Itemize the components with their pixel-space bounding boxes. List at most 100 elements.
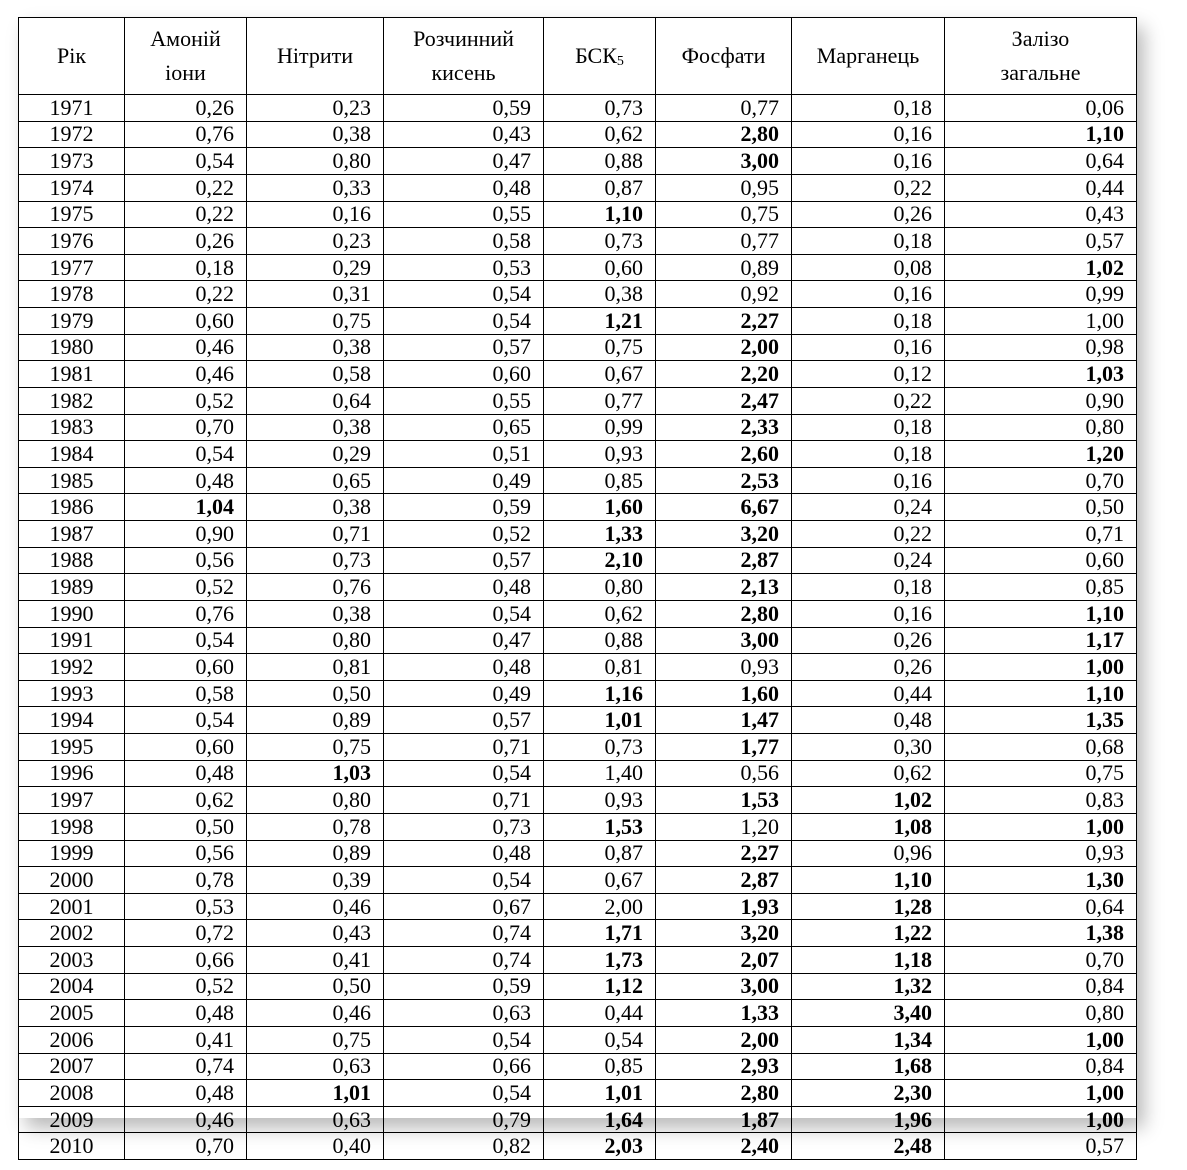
table-row: 1986 1,04 0,38 0,59 1,60 6,67 0,24 0,50	[18, 493, 1137, 521]
value-cell: 0,54	[383, 866, 544, 894]
table-row: 1995 0,60 0,75 0,71 0,73 1,77 0,30 0,68	[18, 733, 1137, 761]
value-cell: 2,10	[543, 546, 656, 575]
value-cell: 1,10	[543, 200, 656, 229]
value-cell: 1,00	[944, 653, 1137, 681]
value-cell: 2,53	[655, 466, 792, 495]
value-cell: 1,01	[246, 1079, 384, 1107]
value-cell: 0,53	[124, 892, 247, 921]
value-cell: 0,60	[124, 307, 247, 335]
value-cell: 0,78	[246, 812, 384, 841]
table-row: 1991 0,54 0,80 0,47 0,88 3,00 0,26 1,17	[18, 626, 1137, 655]
value-cell: 0,48	[124, 466, 247, 495]
table-row: 2003 0,66 0,41 0,74 1,73 2,07 1,18 0,70	[18, 946, 1137, 974]
value-cell: 3,40	[791, 999, 945, 1027]
table-row: 1974 0,22 0,33 0,48 0,87 0,95 0,22 0,44	[18, 173, 1137, 202]
year-cell: 2002	[18, 919, 125, 947]
value-cell: 0,50	[246, 972, 384, 1001]
value-cell: 1,68	[791, 1052, 945, 1081]
value-cell: 0,46	[246, 999, 384, 1027]
value-cell: 0,54	[383, 280, 544, 308]
value-cell: 2,27	[655, 839, 792, 868]
value-cell: 0,70	[124, 413, 247, 442]
year-cell: 1978	[18, 280, 125, 308]
year-cell: 1974	[18, 173, 125, 202]
table-row: 2009 0,46 0,63 0,79 1,64 1,87 1,96 1,00	[18, 1105, 1137, 1134]
value-cell: 0,77	[655, 227, 792, 255]
year-cell: 1979	[18, 307, 125, 335]
value-cell: 0,95	[655, 173, 792, 202]
value-cell: 0,16	[791, 599, 945, 628]
value-cell: 0,62	[791, 759, 945, 788]
value-cell: 1,03	[246, 759, 384, 788]
year-cell: 1998	[18, 812, 125, 841]
table-body: 1971 0,26 0,23 0,59 0,73 0,77 0,18 0,06 1972 0,76…	[18, 94, 1137, 1160]
value-cell: 0,40	[246, 1132, 384, 1160]
value-cell: 1,60	[543, 493, 656, 521]
value-cell: 0,58	[246, 360, 384, 388]
value-cell: 0,41	[124, 1025, 247, 1054]
value-cell: 0,65	[383, 413, 544, 442]
value-cell: 1,60	[655, 679, 792, 708]
value-cell: 1,20	[944, 440, 1137, 468]
value-cell: 2,47	[655, 386, 792, 415]
value-cell: 0,55	[383, 386, 544, 415]
value-cell: 0,75	[246, 733, 384, 761]
year-cell: 2003	[18, 946, 125, 974]
value-cell: 0,22	[124, 200, 247, 229]
header-manganese: Марганець	[791, 17, 945, 95]
table-row: 1985 0,48 0,65 0,49 0,85 2,53 0,16 0,70	[18, 466, 1137, 495]
table-row: 1977 0,18 0,29 0,53 0,60 0,89 0,08 1,02	[18, 253, 1137, 282]
value-cell: 1,33	[655, 999, 792, 1027]
table-row: 1973 0,54 0,80 0,47 0,88 3,00 0,16 0,64	[18, 147, 1137, 175]
value-cell: 0,88	[543, 626, 656, 655]
year-cell: 1975	[18, 200, 125, 229]
header-year: Рік	[18, 17, 125, 95]
value-cell: 0,71	[246, 520, 384, 548]
table-row: 1988 0,56 0,73 0,57 2,10 2,87 0,24 0,60	[18, 546, 1137, 575]
value-cell: 2,87	[655, 866, 792, 894]
value-cell: 0,93	[944, 839, 1137, 868]
value-cell: 0,16	[246, 200, 384, 229]
value-cell: 0,75	[246, 1025, 384, 1054]
value-cell: 0,57	[944, 227, 1137, 255]
value-cell: 0,81	[246, 653, 384, 681]
value-cell: 0,54	[383, 1025, 544, 1054]
value-cell: 2,03	[543, 1132, 656, 1160]
water-quality-table: Рік Амоній іони Нітрити Розчинний кисень Б…	[18, 17, 1137, 1160]
value-cell: 0,70	[944, 466, 1137, 495]
value-cell: 0,89	[246, 706, 384, 734]
value-cell: 1,77	[655, 733, 792, 761]
value-cell: 0,67	[543, 360, 656, 388]
value-cell: 0,50	[124, 812, 247, 841]
value-cell: 0,38	[246, 333, 384, 362]
year-cell: 1982	[18, 386, 125, 415]
table-header-row: Рік Амоній іони Нітрити Розчинний кисень Б…	[18, 17, 1137, 95]
value-cell: 0,52	[383, 520, 544, 548]
value-cell: 1,00	[944, 1079, 1137, 1107]
value-cell: 1,87	[655, 1105, 792, 1134]
value-cell: 0,74	[124, 1052, 247, 1081]
value-cell: 3,00	[655, 147, 792, 175]
value-cell: 0,80	[944, 999, 1137, 1027]
value-cell: 0,81	[543, 653, 656, 681]
value-cell: 0,73	[543, 94, 656, 122]
table-row: 2004 0,52 0,50 0,59 1,12 3,00 1,32 0,84	[18, 972, 1137, 1001]
value-cell: 0,18	[791, 307, 945, 335]
value-cell: 0,57	[383, 706, 544, 734]
table-row: 1972 0,76 0,38 0,43 0,62 2,80 0,16 1,10	[18, 120, 1137, 149]
value-cell: 0,77	[543, 386, 656, 415]
value-cell: 0,56	[655, 759, 792, 788]
table-row: 1980 0,46 0,38 0,57 0,75 2,00 0,16 0,98	[18, 333, 1137, 362]
value-cell: 2,48	[791, 1132, 945, 1160]
value-cell: 0,18	[791, 573, 945, 601]
value-cell: 0,16	[791, 147, 945, 175]
value-cell: 1,47	[655, 706, 792, 734]
year-cell: 1980	[18, 333, 125, 362]
value-cell: 0,76	[124, 120, 247, 149]
value-cell: 0,23	[246, 227, 384, 255]
value-cell: 0,24	[791, 493, 945, 521]
value-cell: 2,80	[655, 1079, 792, 1107]
value-cell: 0,53	[383, 253, 544, 282]
value-cell: 0,84	[944, 1052, 1137, 1081]
table-row: 1983 0,70 0,38 0,65 0,99 2,33 0,18 0,80	[18, 413, 1137, 442]
